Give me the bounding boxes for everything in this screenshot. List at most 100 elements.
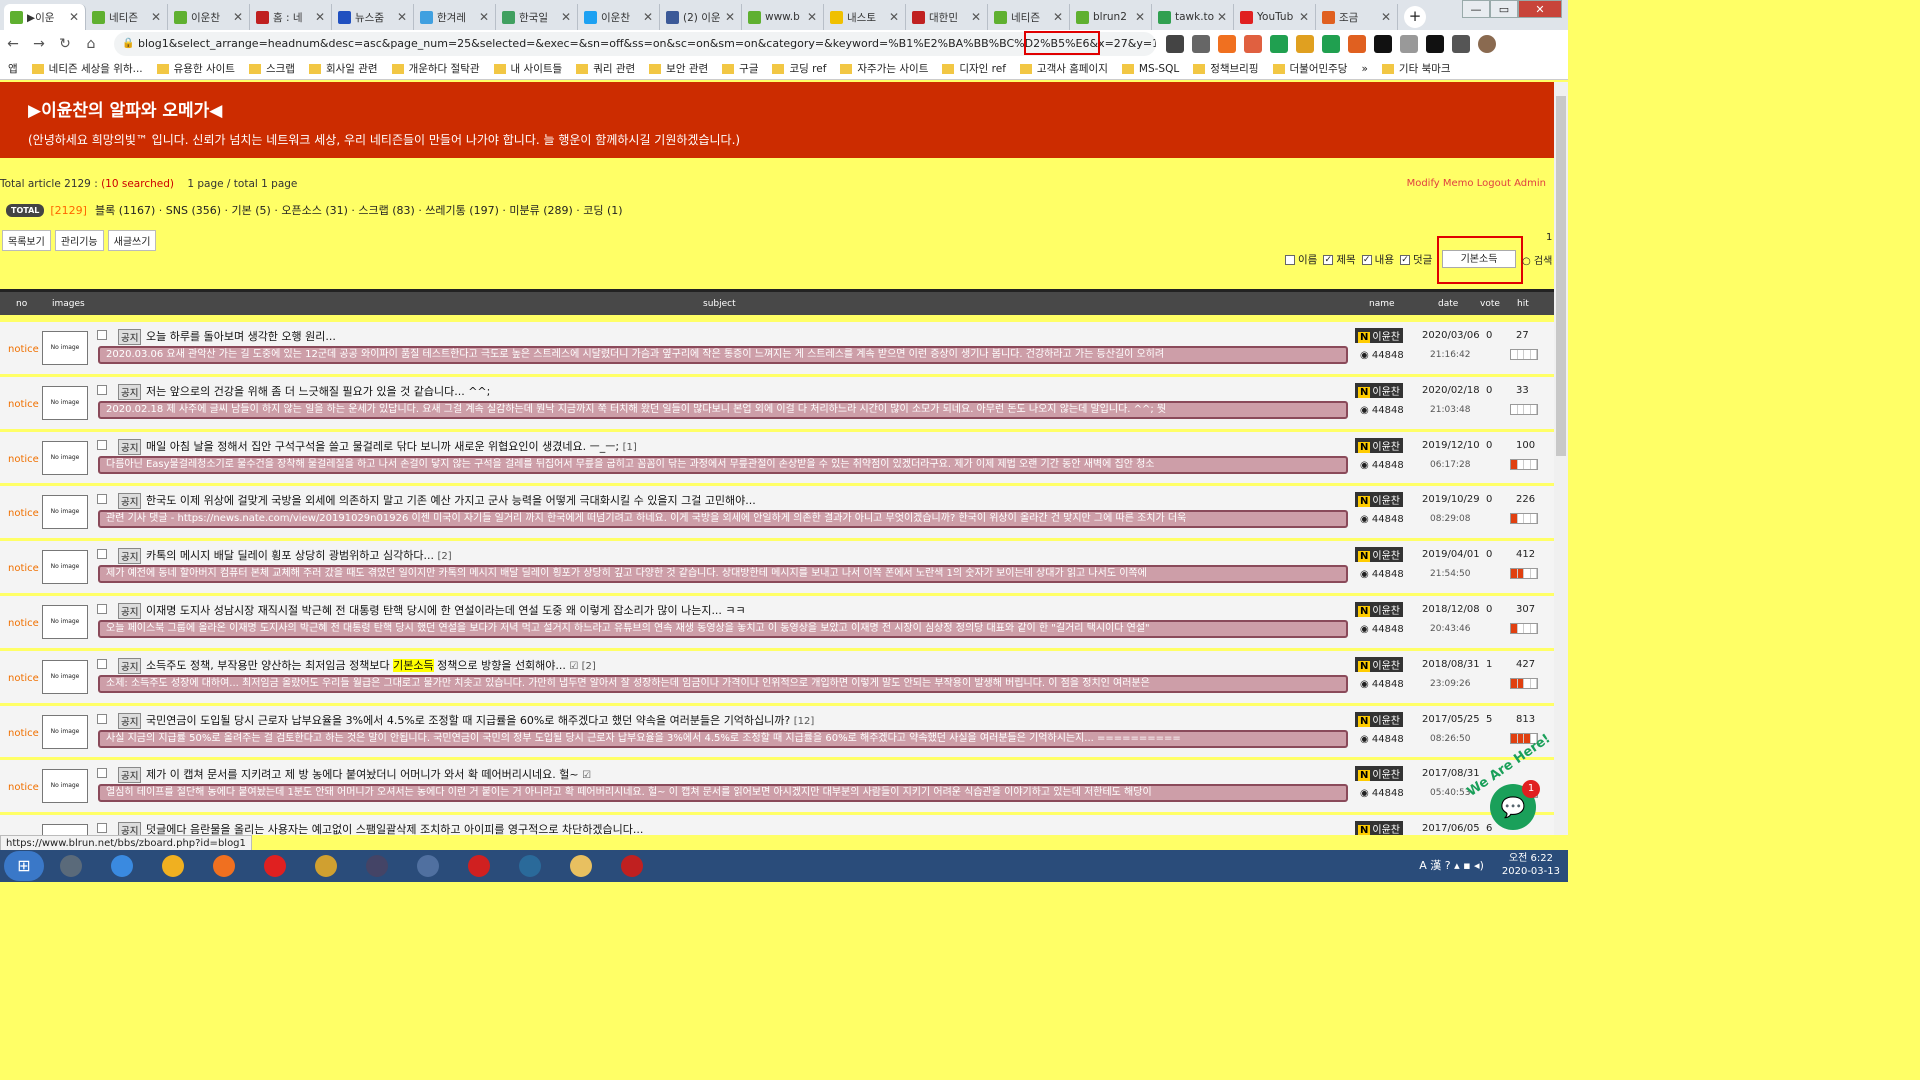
home-icon[interactable]: ⌂ bbox=[78, 36, 104, 52]
taskbar-app-icon[interactable] bbox=[47, 851, 95, 881]
bookmark-item[interactable]: 앱 bbox=[8, 61, 18, 76]
row-checkbox[interactable] bbox=[97, 658, 107, 669]
table-row[interactable]: notice No image 공지 오늘 하루를 돌아보며 생각한 오행 원리...… bbox=[0, 322, 1554, 377]
bookmark-item[interactable]: 코딩 ref bbox=[772, 61, 826, 76]
tab-close-icon[interactable]: ✕ bbox=[1217, 10, 1227, 24]
tab-close-icon[interactable]: ✕ bbox=[889, 10, 899, 24]
extension-icon[interactable] bbox=[1400, 35, 1418, 53]
col-vote[interactable]: vote bbox=[1480, 299, 1500, 309]
forward-icon[interactable]: → bbox=[26, 36, 52, 52]
bookmark-item[interactable]: 회사일 관련 bbox=[308, 61, 378, 76]
search-checkbox[interactable] bbox=[1285, 254, 1295, 265]
maximize-button[interactable]: ▭ bbox=[1490, 0, 1518, 18]
browser-tab[interactable]: 네티즌 ✕ bbox=[86, 4, 168, 30]
post-subject-link[interactable]: 한국도 이제 위상에 걸맞게 국방을 외세에 의존하지 말고 기존 예산 가지고… bbox=[146, 492, 756, 508]
bookmark-item[interactable]: 정책브리핑 bbox=[1193, 61, 1259, 76]
row-checkbox[interactable] bbox=[97, 439, 107, 450]
author-name[interactable]: N 이윤찬 bbox=[1355, 766, 1403, 782]
taskbar-app-icon[interactable] bbox=[98, 851, 146, 881]
extension-icon[interactable] bbox=[1452, 35, 1470, 53]
start-button[interactable]: ⊞ bbox=[4, 851, 44, 881]
bookmark-item[interactable]: 고객사 홈페이지 bbox=[1019, 61, 1108, 76]
tab-close-icon[interactable]: ✕ bbox=[1299, 10, 1309, 24]
table-row[interactable]: notice No image 공지 소득주도 정책, 부작용만 양산하는 최저임금 … bbox=[0, 650, 1554, 706]
col-date[interactable]: date bbox=[1438, 299, 1458, 309]
browser-tab[interactable]: 한겨레 ✕ bbox=[414, 4, 496, 30]
extension-icon[interactable] bbox=[1374, 35, 1392, 53]
browser-tab[interactable]: YouTub ✕ bbox=[1234, 4, 1316, 30]
search-input[interactable]: 기본소득 bbox=[1442, 250, 1516, 268]
taskbar-app-icon[interactable] bbox=[251, 851, 299, 881]
search-button[interactable]: ○ 검색 bbox=[1522, 252, 1552, 267]
col-hit[interactable]: hit bbox=[1517, 299, 1529, 309]
thumbnail-image[interactable]: No image bbox=[42, 385, 88, 420]
author-name[interactable]: N 이윤찬 bbox=[1355, 547, 1403, 563]
tab-close-icon[interactable]: ✕ bbox=[315, 10, 325, 24]
tab-close-icon[interactable]: ✕ bbox=[725, 10, 735, 24]
extension-icon[interactable] bbox=[1192, 35, 1210, 53]
table-row[interactable]: noticeNo image공지덧글에다 음란물을 올리는 사용자는 예고없이 … bbox=[0, 815, 1554, 835]
bookmark-item[interactable]: 쿼리 관련 bbox=[576, 61, 635, 76]
tab-close-icon[interactable]: ✕ bbox=[807, 10, 817, 24]
write-button[interactable]: 새글쓰기 bbox=[107, 230, 157, 251]
browser-tab[interactable]: www.b ✕ bbox=[742, 4, 824, 30]
tab-close-icon[interactable]: ✕ bbox=[69, 10, 79, 24]
bookmark-item[interactable]: 기타 북마크 bbox=[1381, 61, 1451, 76]
row-checkbox[interactable] bbox=[97, 330, 107, 340]
row-checkbox[interactable] bbox=[97, 768, 107, 779]
reload-icon[interactable]: ↻ bbox=[52, 36, 78, 52]
thumbnail-image[interactable]: No image bbox=[42, 550, 88, 585]
browser-tab[interactable]: 한국일 ✕ bbox=[496, 4, 578, 30]
close-window-button[interactable]: ✕ bbox=[1518, 0, 1562, 18]
bookmark-item[interactable]: MS-SQL bbox=[1121, 63, 1179, 75]
taskbar-app-icon[interactable] bbox=[404, 851, 452, 881]
extension-icon[interactable] bbox=[1296, 35, 1314, 53]
browser-tab[interactable]: 이운찬 ✕ bbox=[578, 4, 660, 30]
bookmark-item[interactable]: 내 사이트들 bbox=[493, 61, 562, 76]
tab-close-icon[interactable]: ✕ bbox=[1381, 10, 1391, 24]
tab-close-icon[interactable]: ✕ bbox=[1053, 10, 1063, 24]
tab-close-icon[interactable]: ✕ bbox=[397, 10, 407, 24]
table-row[interactable]: notice No image 공지 매일 아침 날을 정해서 집안 구석구석을 쓸고… bbox=[0, 431, 1554, 487]
extension-icon[interactable] bbox=[1270, 35, 1288, 53]
taskbar-app-icon[interactable] bbox=[200, 851, 248, 881]
tab-close-icon[interactable]: ✕ bbox=[561, 10, 571, 24]
author-name[interactable]: N 이윤찬 bbox=[1355, 382, 1403, 398]
browser-tab[interactable]: 내스토 ✕ bbox=[824, 4, 906, 30]
col-name[interactable]: name bbox=[1369, 299, 1395, 309]
bookmark-item[interactable]: 스크랩 bbox=[248, 61, 295, 76]
admin-links[interactable]: Modify Memo Logout Admin bbox=[1407, 178, 1546, 189]
tab-close-icon[interactable]: ✕ bbox=[233, 10, 243, 24]
address-bar[interactable]: 🔒 blog1&select_arrange=headnum&desc=asc&… bbox=[114, 32, 1156, 56]
table-row[interactable]: notice No image 공지 국민연금이 도입될 당시 근로자 납부요율을 3… bbox=[0, 705, 1554, 761]
author-name[interactable]: N 이윤찬 bbox=[1355, 601, 1403, 617]
table-row[interactable]: notice No image 공지 카톡의 메시지 배달 딜레이 횡포 상당히 광범… bbox=[0, 541, 1554, 596]
thumbnail-image[interactable]: No image bbox=[42, 331, 88, 365]
post-subject-link[interactable]: 덧글에다 음란물을 올리는 사용자는 예고없이 스팸일괄삭제 조치하고 아이피를… bbox=[146, 821, 643, 835]
browser-tab[interactable]: 뉴스줌 ✕ bbox=[332, 4, 414, 30]
total-badge[interactable]: TOTAL bbox=[6, 203, 45, 217]
post-subject-link[interactable]: 국민연금이 도입될 당시 근로자 납부요율을 3%에서 4.5%로 조정할 때 … bbox=[146, 712, 814, 728]
thumbnail-image[interactable]: No image bbox=[42, 440, 88, 475]
extension-icon[interactable] bbox=[1166, 35, 1184, 53]
post-preview[interactable]: 오늘 페이스북 그룹에 올라온 이재명 도지사의 박근혜 전 대통령 탄핵 당시… bbox=[98, 619, 1348, 638]
taskbar-app-icon[interactable] bbox=[608, 851, 656, 881]
tray-icons[interactable]: A 漢 ? ▴ ▪ ◂) bbox=[1419, 859, 1484, 872]
scrollbar-thumb[interactable] bbox=[1556, 96, 1566, 456]
extension-icon[interactable] bbox=[1426, 35, 1444, 53]
tab-close-icon[interactable]: ✕ bbox=[971, 10, 981, 24]
search-checkbox[interactable]: ✓ bbox=[1323, 254, 1334, 265]
taskbar-app-icon[interactable] bbox=[353, 851, 401, 881]
browser-tab[interactable]: 네티즌 ✕ bbox=[988, 4, 1070, 30]
author-name[interactable]: N 이윤찬 bbox=[1355, 328, 1403, 343]
tab-close-icon[interactable]: ✕ bbox=[1135, 10, 1145, 24]
table-row[interactable]: notice No image 공지 저는 앞으로의 건강을 위해 좀 더 느긋해질 … bbox=[0, 376, 1554, 432]
taskbar-app-icon[interactable] bbox=[557, 851, 605, 881]
table-row[interactable]: notice No image 공지 제가 이 캡쳐 문서를 지키려고 제 방 농에다… bbox=[0, 760, 1554, 816]
author-name[interactable]: N 이윤찬 bbox=[1355, 656, 1403, 672]
post-subject-link[interactable]: 소득주도 정책, 부작용만 양산하는 최저임금 정책보다 기본소득 정책으로 방… bbox=[146, 657, 596, 673]
taskbar-app-icon[interactable] bbox=[302, 851, 350, 881]
row-checkbox[interactable] bbox=[97, 549, 107, 560]
bookmark-item[interactable]: 더불어민주당 bbox=[1272, 61, 1347, 76]
tab-close-icon[interactable]: ✕ bbox=[643, 10, 653, 24]
